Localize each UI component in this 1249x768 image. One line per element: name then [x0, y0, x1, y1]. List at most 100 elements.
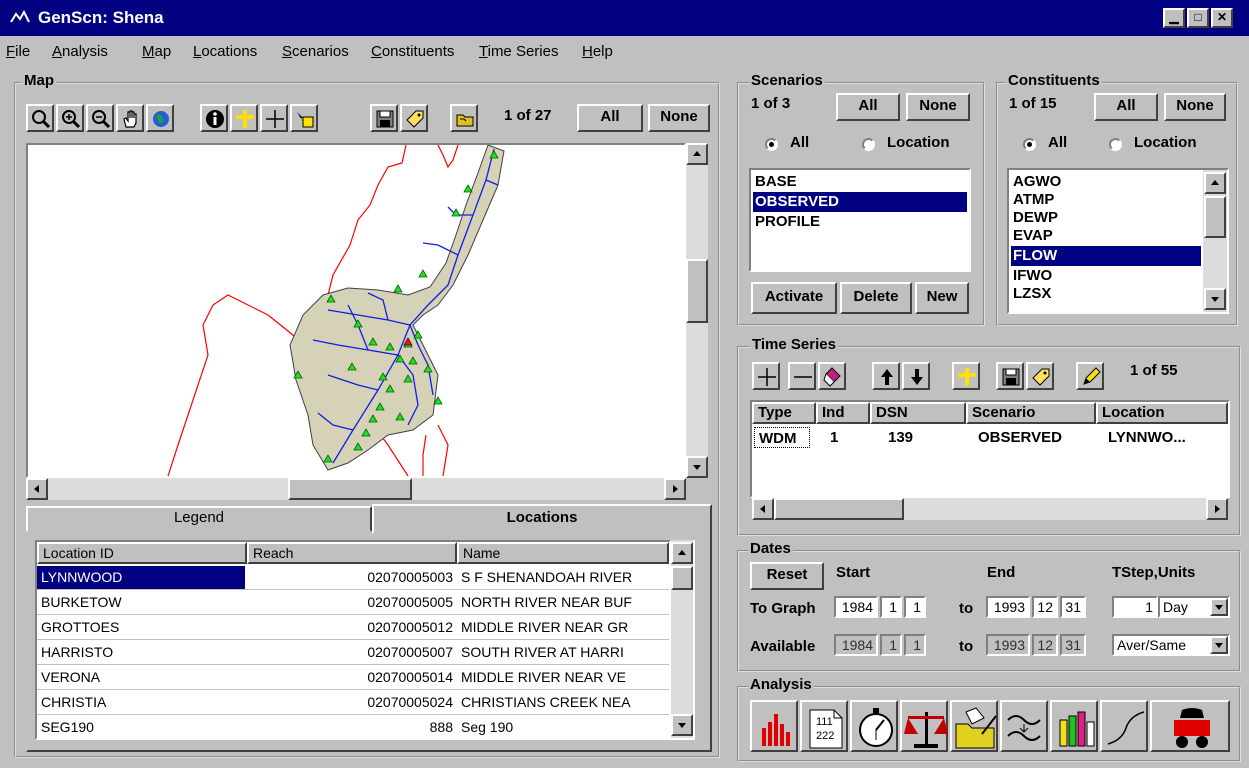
- maximize-button[interactable]: □: [1187, 8, 1209, 28]
- move-down-icon[interactable]: [902, 362, 930, 390]
- map-horizontal-scrollbar[interactable]: [26, 478, 686, 500]
- analysis-list-button[interactable]: 111 222: [800, 700, 848, 752]
- crosshair-icon[interactable]: [260, 104, 288, 132]
- analysis-curve-button[interactable]: [1100, 700, 1148, 752]
- full-extent-globe-icon[interactable]: [146, 104, 174, 132]
- analysis-duration-button[interactable]: [850, 700, 898, 752]
- save-icon[interactable]: [996, 362, 1024, 390]
- list-item[interactable]: IFWO: [1011, 266, 1201, 286]
- menu-locations[interactable]: Locations: [193, 43, 257, 60]
- column-header-location[interactable]: Location: [1096, 402, 1228, 424]
- list-item[interactable]: LZSX: [1011, 284, 1201, 304]
- graph-end-year-field[interactable]: 1993: [986, 596, 1030, 618]
- column-header-ind[interactable]: Ind: [816, 402, 870, 424]
- move-up-icon[interactable]: [872, 362, 900, 390]
- table-row[interactable]: SEG190 888 Seg 190: [37, 716, 669, 738]
- tag-icon[interactable]: [400, 104, 428, 132]
- constituents-list[interactable]: AGWO ATMP DEWP EVAP FLOW IFWO LZSX: [1007, 168, 1229, 314]
- eraser-icon[interactable]: [818, 362, 846, 390]
- scenarios-radio-all[interactable]: [765, 138, 778, 151]
- constituents-none-button[interactable]: None: [1164, 93, 1226, 121]
- constituents-all-button[interactable]: All: [1094, 93, 1158, 121]
- scroll-thumb[interactable]: [1204, 196, 1226, 238]
- analysis-pencils-button[interactable]: [1050, 700, 1098, 752]
- scenarios-none-button[interactable]: None: [906, 93, 970, 121]
- constituents-radio-location[interactable]: [1109, 138, 1122, 151]
- scroll-down-icon[interactable]: [1204, 288, 1226, 310]
- scenarios-all-button[interactable]: All: [836, 93, 900, 121]
- graph-start-month-field[interactable]: 1: [880, 596, 902, 618]
- tab-legend[interactable]: Legend: [26, 506, 372, 532]
- analysis-mine-cart-button[interactable]: [1150, 700, 1230, 752]
- table-row[interactable]: CHRISTIA 02070005024 CHRISTIANS CREEK NE…: [37, 691, 669, 715]
- scroll-right-icon[interactable]: [1206, 498, 1228, 520]
- scroll-right-icon[interactable]: [664, 478, 686, 500]
- close-button[interactable]: ✕: [1211, 8, 1233, 28]
- scroll-left-icon[interactable]: [26, 478, 48, 500]
- column-header-type[interactable]: Type: [752, 402, 816, 424]
- scroll-thumb[interactable]: [686, 259, 708, 323]
- menu-scenarios[interactable]: Scenarios: [282, 43, 349, 60]
- tab-locations[interactable]: Locations: [372, 504, 712, 534]
- analysis-graph-button[interactable]: [750, 700, 798, 752]
- timeseries-horizontal-scrollbar[interactable]: [752, 498, 1228, 520]
- watershed-map[interactable]: [28, 145, 684, 476]
- analysis-generate-button[interactable]: [950, 700, 998, 752]
- list-item[interactable]: DEWP: [1011, 208, 1201, 228]
- reset-button[interactable]: Reset: [750, 562, 824, 590]
- scroll-thumb[interactable]: [774, 498, 904, 520]
- menu-analysis[interactable]: Analysis: [52, 43, 108, 60]
- scenarios-radio-location[interactable]: [862, 138, 875, 151]
- scroll-down-icon[interactable]: [686, 456, 708, 478]
- graph-end-month-field[interactable]: 12: [1032, 596, 1058, 618]
- select-add-icon[interactable]: [230, 104, 258, 132]
- menu-file[interactable]: File: [6, 43, 30, 60]
- locations-grid[interactable]: Location ID Reach Name LYNNWOOD 02070005…: [35, 540, 671, 740]
- aggregation-select[interactable]: Aver/Same: [1112, 634, 1230, 656]
- pan-hand-icon[interactable]: [116, 104, 144, 132]
- scenarios-list[interactable]: BASE OBSERVED PROFILE: [749, 168, 971, 272]
- column-header-dsn[interactable]: DSN: [870, 402, 966, 424]
- list-item[interactable]: PROFILE: [753, 212, 967, 232]
- column-header-name[interactable]: Name: [457, 542, 669, 564]
- table-row[interactable]: BURKETOW 02070005005 NORTH RIVER NEAR BU…: [37, 591, 669, 615]
- zoom-icon[interactable]: [26, 104, 54, 132]
- info-icon[interactable]: [200, 104, 228, 132]
- scroll-thumb[interactable]: [671, 566, 693, 590]
- graph-end-day-field[interactable]: 31: [1060, 596, 1086, 618]
- tstep-field[interactable]: 1: [1112, 596, 1158, 618]
- table-row[interactable]: GROTTOES 02070005012 MIDDLE RIVER NEAR G…: [37, 616, 669, 640]
- select-add-icon[interactable]: [952, 362, 980, 390]
- table-row[interactable]: WDM 1 139 OBSERVED LYNNWO...: [752, 426, 1228, 450]
- graph-start-year-field[interactable]: 1984: [834, 596, 878, 618]
- chevron-down-icon[interactable]: [1210, 636, 1228, 654]
- table-row[interactable]: LYNNWOOD 02070005003 S F SHENANDOAH RIVE…: [37, 566, 669, 590]
- save-icon[interactable]: [370, 104, 398, 132]
- timeseries-grid[interactable]: Type Ind DSN Scenario Location WDM 1 139…: [750, 400, 1230, 498]
- chevron-down-icon[interactable]: [1210, 598, 1228, 616]
- units-select[interactable]: Day: [1158, 596, 1230, 618]
- add-icon[interactable]: [752, 362, 780, 390]
- column-header-location-id[interactable]: Location ID: [37, 542, 247, 564]
- list-item[interactable]: AGWO: [1011, 172, 1201, 192]
- remove-icon[interactable]: [788, 362, 816, 390]
- table-row[interactable]: VERONA 02070005014 MIDDLE RIVER NEAR VE: [37, 666, 669, 690]
- minimize-button[interactable]: ▁: [1163, 8, 1185, 28]
- map-vertical-scrollbar[interactable]: [686, 143, 708, 478]
- map-none-button[interactable]: None: [648, 104, 710, 132]
- analysis-frequency-button[interactable]: [1000, 700, 1048, 752]
- locations-vertical-scrollbar[interactable]: [671, 540, 695, 740]
- tag-icon[interactable]: [1026, 362, 1054, 390]
- analysis-compare-button[interactable]: [900, 700, 948, 752]
- column-header-reach[interactable]: Reach: [247, 542, 457, 564]
- delete-button[interactable]: Delete: [840, 282, 912, 314]
- list-item[interactable]: EVAP: [1011, 226, 1201, 246]
- menu-time-series[interactable]: Time Series: [479, 43, 558, 60]
- column-header-scenario[interactable]: Scenario: [966, 402, 1096, 424]
- menu-map[interactable]: Map: [142, 43, 171, 60]
- zoom-in-icon[interactable]: [56, 104, 84, 132]
- map-view[interactable]: [26, 143, 686, 478]
- list-item[interactable]: BASE: [753, 172, 967, 192]
- select-box-icon[interactable]: [290, 104, 318, 132]
- scroll-left-icon[interactable]: [752, 498, 774, 520]
